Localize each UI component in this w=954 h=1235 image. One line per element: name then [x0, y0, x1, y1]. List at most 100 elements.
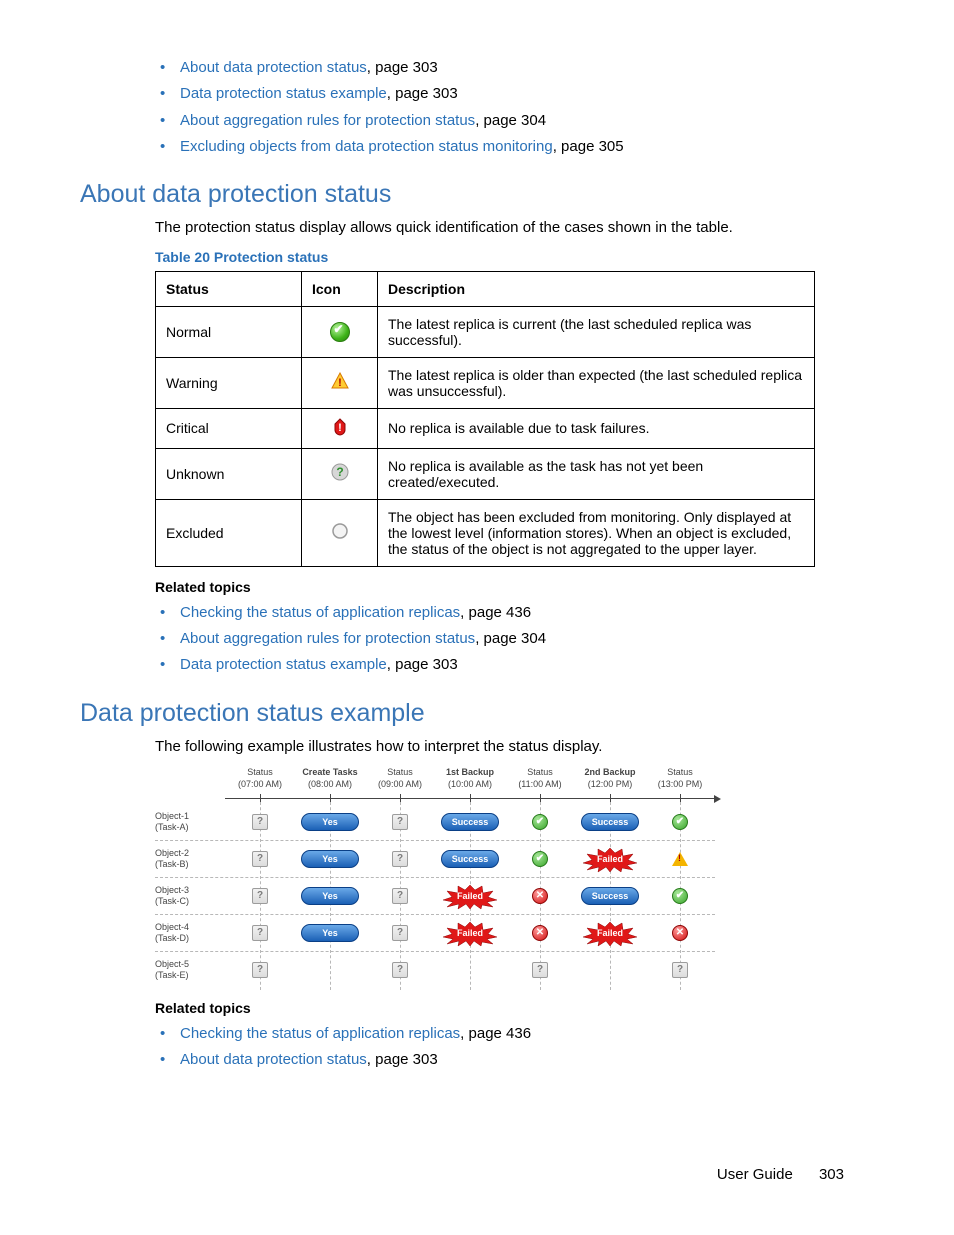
page-ref: , page 303: [367, 59, 438, 76]
related-item: Data protection status example, page 303: [180, 653, 844, 676]
cell-icon: [302, 306, 378, 357]
cell-icon: [302, 448, 378, 499]
failed-burst: Failed: [581, 920, 639, 946]
page-ref: , page 436: [460, 604, 531, 621]
related-item: Checking the status of application repli…: [180, 1022, 844, 1045]
diagram-cell: ?: [225, 841, 295, 877]
link[interactable]: About data protection status: [180, 59, 367, 76]
diagram-cell: Success: [435, 841, 505, 877]
table-caption: Table 20 Protection status: [155, 249, 844, 265]
link[interactable]: Checking the status of application repli…: [180, 604, 460, 621]
diagram-cell: Success: [575, 878, 645, 914]
link[interactable]: Excluding objects from data protection s…: [180, 138, 553, 155]
failed-status-icon: ✕: [532, 888, 548, 904]
th-icon: Icon: [302, 271, 378, 306]
unknown-status-icon: ?: [532, 962, 548, 978]
normal-icon: [330, 322, 350, 342]
diagram-cell: ?: [225, 878, 295, 914]
related-item: About data protection status, page 303: [180, 1048, 844, 1071]
link[interactable]: Checking the status of application repli…: [180, 1025, 460, 1042]
diagram-row: Object-4(Task-D)? Yes? Failed ✕ Failed ✕: [155, 914, 715, 951]
diagram-column-header: Create Tasks(08:00 AM): [295, 767, 365, 794]
cell-desc: No replica is available due to task fail…: [378, 408, 815, 448]
related-item: About aggregation rules for protection s…: [180, 627, 844, 650]
create-task-pill: Yes: [301, 850, 359, 868]
unknown-status-icon: ?: [252, 925, 268, 941]
diagram-row-label: Object-2(Task-B): [155, 841, 225, 877]
related-topics-heading: Related topics: [155, 579, 844, 595]
diagram-row: Object-5(Task-E)????: [155, 951, 715, 988]
diagram-cell: [435, 952, 505, 988]
diagram-cell: Yes: [295, 878, 365, 914]
link[interactable]: Data protection status example: [180, 656, 387, 673]
diagram-cell: ✕: [505, 878, 575, 914]
diagram-cell: ?: [365, 952, 435, 988]
table-row: WarningThe latest replica is older than …: [156, 357, 815, 408]
link[interactable]: About aggregation rules for protection s…: [180, 630, 475, 647]
diagram-cell: ✕: [505, 915, 575, 951]
success-status-icon: ✔: [672, 888, 688, 904]
diagram-cell: ?: [505, 952, 575, 988]
page-footer: User Guide 303: [717, 1166, 844, 1183]
page-ref: , page 303: [387, 85, 458, 102]
cell-desc: No replica is available as the task has …: [378, 448, 815, 499]
warning-icon: [331, 372, 349, 390]
th-desc: Description: [378, 271, 815, 306]
table-row: Critical No replica is available due to t…: [156, 408, 815, 448]
unknown-status-icon: ?: [392, 925, 408, 941]
diagram-row-label: Object-5(Task-E): [155, 952, 225, 988]
diagram-cell: Failed: [435, 915, 505, 951]
diagram-cell: Failed: [575, 841, 645, 877]
page-ref: , page 303: [367, 1051, 438, 1068]
section-intro: The following example illustrates how to…: [155, 736, 844, 758]
diagram-row-label: Object-4(Task-D): [155, 915, 225, 951]
page-ref: , page 303: [387, 656, 458, 673]
section-heading: About data protection status: [80, 180, 844, 209]
warning-status-icon: [672, 852, 688, 866]
diagram-cell: ✔: [645, 804, 715, 840]
create-task-pill: Yes: [301, 924, 359, 942]
diagram-row: Object-1(Task-A)?Yes?Success✔Success✔: [155, 804, 715, 840]
diagram-cell: [645, 841, 715, 877]
success-status-icon: ✔: [532, 814, 548, 830]
diagram-cell: Failed: [435, 878, 505, 914]
toc-list: About data protection status, page 303 D…: [155, 56, 844, 158]
page-ref: , page 436: [460, 1025, 531, 1042]
cell-status: Normal: [156, 306, 302, 357]
diagram-cell: Yes: [295, 841, 365, 877]
success-pill: Success: [581, 813, 639, 831]
failed-burst: Failed: [441, 920, 499, 946]
diagram-column-header: Status(11:00 AM): [505, 767, 575, 794]
toc-item: Data protection status example, page 303: [180, 82, 844, 105]
unknown-status-icon: ?: [252, 962, 268, 978]
unknown-status-icon: ?: [252, 814, 268, 830]
cell-desc: The latest replica is older than expecte…: [378, 357, 815, 408]
failed-burst: Failed: [441, 883, 499, 909]
cell-status: Critical: [156, 408, 302, 448]
related-topics-heading: Related topics: [155, 1000, 844, 1016]
section-intro: The protection status display allows qui…: [155, 217, 844, 239]
link[interactable]: Data protection status example: [180, 85, 387, 102]
link[interactable]: About aggregation rules for protection s…: [180, 112, 475, 129]
failed-status-icon: ✕: [532, 925, 548, 941]
failed-status-icon: ✕: [672, 925, 688, 941]
cell-icon: [302, 357, 378, 408]
excluded-icon: [331, 522, 349, 540]
section-heading: Data protection status example: [80, 699, 844, 728]
diagram-row: Object-3(Task-C)?Yes?Failed✕Success✔: [155, 877, 715, 914]
cell-status: Unknown: [156, 448, 302, 499]
diagram-cell: ?: [225, 952, 295, 988]
link[interactable]: About data protection status: [180, 1051, 367, 1068]
th-status: Status: [156, 271, 302, 306]
diagram-row-label: Object-1(Task-A): [155, 804, 225, 840]
page-ref: , page 304: [475, 630, 546, 647]
toc-item: Excluding objects from data protection s…: [180, 135, 844, 158]
create-task-pill: Yes: [301, 813, 359, 831]
page-number: 303: [819, 1166, 844, 1183]
success-status-icon: ✔: [532, 851, 548, 867]
unknown-icon: [331, 463, 349, 481]
critical-icon: [331, 418, 349, 436]
table-row: ExcludedThe object has been excluded fro…: [156, 499, 815, 566]
diagram-cell: Yes: [295, 804, 365, 840]
status-example-diagram: Status(07:00 AM)Create Tasks(08:00 AM)St…: [155, 767, 715, 988]
